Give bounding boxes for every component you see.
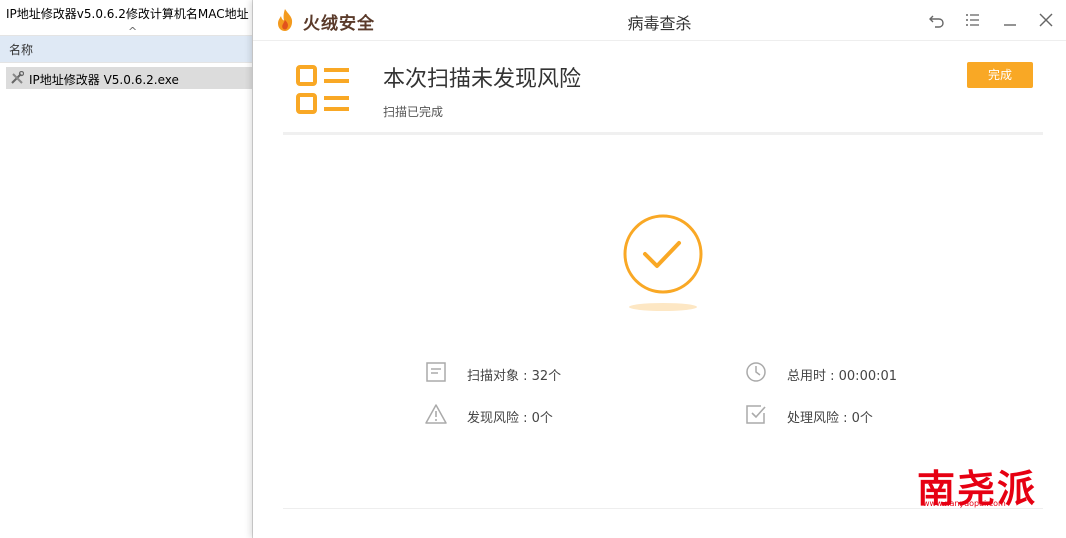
header-divider	[283, 132, 1043, 135]
column-header-row[interactable]: ^ 名称	[0, 25, 252, 63]
warning-icon	[425, 404, 447, 424]
scan-objects-text: 扫描对象 : 32个	[467, 369, 562, 384]
tools-icon	[11, 71, 24, 84]
back-icon[interactable]	[927, 10, 947, 30]
clock-icon	[746, 362, 766, 382]
column-header-name[interactable]: 名称	[9, 41, 33, 58]
sort-caret-icon: ^	[128, 25, 138, 38]
checkbox-check-icon	[746, 405, 766, 424]
file-name: IP地址修改器 V5.0.6.2.exe	[29, 73, 179, 87]
success-check-icon	[623, 214, 703, 311]
site-watermark-logo: 南尧派 www.nanyaopai.com	[917, 458, 1057, 511]
found-risks-text: 发现风险 : 0个	[467, 411, 553, 426]
antivirus-window: 火绒安全 病毒查杀 本次扫描未发现风险 扫描已完成 完成 扫描对象: 32个 …	[253, 0, 1066, 538]
done-button[interactable]: 完成	[967, 62, 1033, 88]
handled-risks-text: 处理风险 : 0个	[787, 411, 873, 426]
total-time-text: 总用时 : 00:00:01	[787, 369, 898, 384]
close-icon[interactable]	[1036, 10, 1056, 30]
result-headline: 本次扫描未发现风险	[383, 67, 582, 92]
file-list-item[interactable]: IP地址修改器 V5.0.6.2.exe	[6, 67, 252, 89]
minimize-icon[interactable]	[1000, 10, 1020, 30]
explorer-folder-title: IP地址修改器v5.0.6.2修改计算机名MAC地址	[6, 7, 249, 21]
menu-icon[interactable]	[963, 10, 983, 30]
title-bar: 火绒安全 病毒查杀	[253, 0, 1066, 41]
file-explorer-window: IP地址修改器v5.0.6.2修改计算机名MAC地址 ^ 名称 IP地址修改器 …	[0, 0, 253, 538]
result-subline: 扫描已完成	[383, 105, 444, 119]
scan-list-icon	[296, 65, 349, 114]
document-icon	[426, 362, 446, 382]
watermark-url: www.nanyaopai.com	[923, 499, 1006, 508]
